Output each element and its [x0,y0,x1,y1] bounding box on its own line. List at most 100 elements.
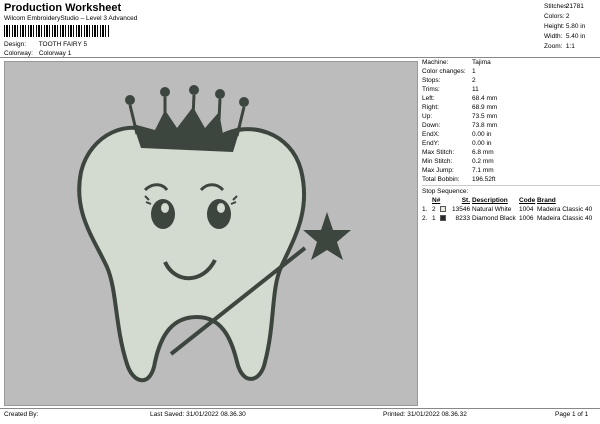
row-brand: Madeira Classic 40 [537,215,593,222]
stat-value: 5.40 in [565,33,586,40]
info-value: 2 [472,77,476,84]
stat-width: Width: 5.40 in [544,32,600,42]
colorway-row: Colorway: Colorway 1 [4,50,71,57]
info-row: Down: 73.8 mm [422,121,600,130]
info-value: 68.4 mm [472,95,498,102]
info-label: EndX: [422,131,440,138]
row-description: Natural White [472,206,512,213]
wand-star [303,212,351,260]
info-row: EndY: 0.00 in [422,139,600,148]
info-label: Trims: [422,86,440,93]
info-row: Max Jump: 7.1 mm [422,166,600,175]
info-value: 0.2 mm [472,158,494,165]
info-label: Total Bobbin: [422,176,460,183]
row-stitches: 8233 [455,215,470,222]
row-brand: Madeira Classic 40 [537,206,593,213]
info-row: Min Stitch: 0.2 mm [422,157,600,166]
info-value: 68.9 mm [472,104,498,111]
stat-label: Colors: [544,13,565,20]
info-value: 6.8 mm [472,149,494,156]
stat-label: Height: [544,23,565,30]
info-label: Up: [422,113,433,120]
stat-zoom: Zoom: 1:1 [544,42,600,52]
row-index: 2. [422,215,428,222]
info-row: Stops: 2 [422,76,600,85]
info-value: 73.5 mm [472,113,498,120]
machine-info-panel: Machine: Tajima Color changes: 1 Stops: 2 T… [422,58,600,223]
info-value: 11 [472,86,479,93]
col-code: Code [519,197,536,204]
row-index: 1. [422,206,428,213]
info-value: 1 [472,68,476,75]
info-label: Down: [422,122,441,129]
info-value: 7.1 mm [472,167,494,174]
info-label: Machine: [422,59,449,66]
software-subtitle: Wilcom EmbroideryStudio – Level 3 Advanc… [4,15,138,22]
printed-date: Printed: 31/01/2022 08.36.32 [383,411,467,418]
col-description: Description [472,197,508,204]
crown-ball [125,95,135,105]
tooth-fairy-design [77,85,351,383]
info-row: Left: 68.4 mm [422,94,600,103]
info-row: Max Stitch: 6.8 mm [422,148,600,157]
design-label: Design: [4,41,27,48]
stat-stitches: Stitches: 21781 [544,2,600,12]
info-value: 0.00 in [472,140,492,147]
row-code: 1006 [519,215,534,222]
crown-ball [239,97,249,107]
info-value: 0.00 in [472,131,492,138]
row-code: 1004 [519,206,534,213]
page-number: Page 1 of 1 [555,411,589,418]
info-label: Color changes: [422,68,466,75]
table-row: 1. 2 13546 Natural White 1004 Madeira Cl… [422,205,600,214]
crown-shape [133,107,241,152]
stats-panel: Stitches: 21781 Colors: 2 Height: 5.80 i… [544,2,600,52]
info-row: EndX: 0.00 in [422,130,600,139]
col-st: St. [461,197,470,204]
left-eye [151,199,175,229]
stat-value: 1:1 [565,43,575,50]
design-row: Design: TOOTH FAIRY 5 [4,41,87,48]
col-brand: Brand [537,197,556,204]
info-row: Right: 68.9 mm [422,103,600,112]
created-by: Created By: [4,411,39,418]
info-label: EndY: [422,140,440,147]
right-eye [207,199,231,229]
table-row: 2. 1 8233 Diamond Black 1006 Madeira Cla… [422,214,600,223]
last-saved: Last Saved: 31/01/2022 08.36.30 [150,411,246,418]
info-label: Right: [422,104,439,111]
stat-value: 2 [565,13,570,20]
stat-label: Width: [544,33,563,40]
design-preview-canvas[interactable] [4,61,418,406]
stop-sequence-header: N# St. Description Code Brand [422,196,600,205]
footer-divider [0,408,600,409]
info-label: Left: [422,95,435,102]
crown-ball [215,89,225,99]
stop-sequence-title: Stop Sequence: [422,188,469,195]
crown-ball [189,85,199,95]
stat-colors: Colors: 2 [544,12,600,22]
colorway-value: Colorway 1 [38,50,72,57]
barcode [4,25,110,37]
tooth-shape [77,125,307,383]
info-label: Max Jump: [422,167,454,174]
info-row: Color changes: 1 [422,67,600,76]
colorway-label: Colorway: [4,50,33,57]
page-title: Production Worksheet [4,2,122,14]
color-swatch [440,215,446,221]
info-label: Max Stitch: [422,149,455,156]
info-label: Stops: [422,77,441,84]
stat-value: 5.80 in [565,23,586,30]
design-value: TOOTH FAIRY 5 [38,41,88,48]
stat-label: Zoom: [544,43,563,50]
row-needle: 1 [432,215,436,222]
panel-divider [422,185,600,186]
row-needle: 2 [432,206,436,213]
color-swatch [440,206,446,212]
row-stitches: 13546 [452,206,471,213]
info-row: Total Bobbin: 196.52ft [422,175,600,184]
info-row: Machine: Tajima [422,58,600,67]
info-row: Up: 73.5 mm [422,112,600,121]
info-value: 196.52ft [472,176,496,183]
info-value: 73.8 mm [472,122,498,129]
